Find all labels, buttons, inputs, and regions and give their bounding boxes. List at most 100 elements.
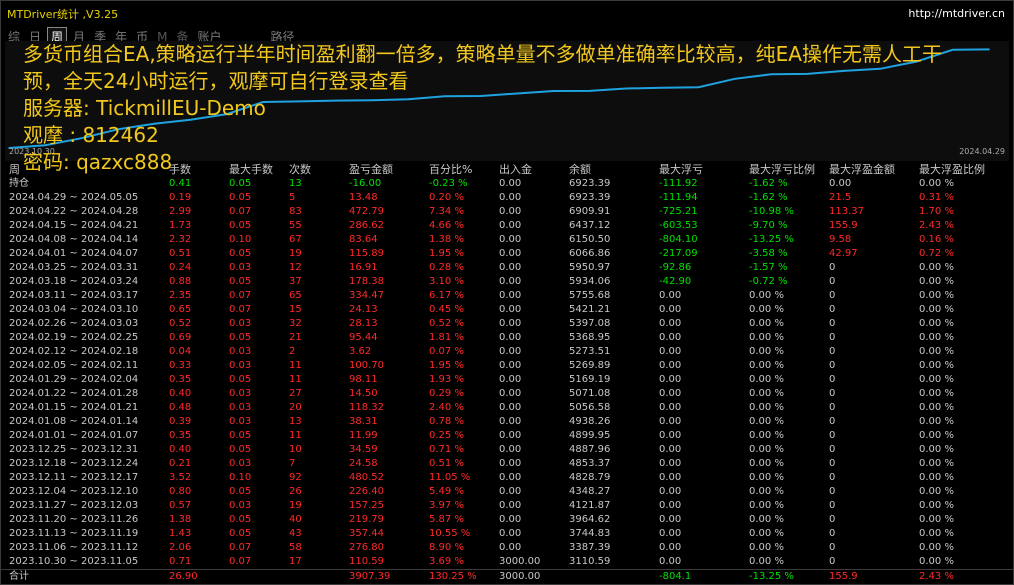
table-row[interactable]: 2024.02.05 ~ 2024.02.11 0.33 0.03 11 100.70 1… (1, 359, 1013, 373)
cell-max-dd: -804.10 (659, 234, 698, 245)
table-row[interactable]: 2023.12.04 ~ 2023.12.10 0.80 0.05 26 226.40 5… (1, 485, 1013, 499)
table-row[interactable]: 2024.03.11 ~ 2024.03.17 2.35 0.07 65 334.47 6… (1, 289, 1013, 303)
cell-max-dd-pct: -10.98 % (749, 206, 794, 217)
cell-pct: 0.71 % (429, 444, 464, 455)
cell-lots: 0.69 (169, 332, 192, 343)
cell-count: 17 (289, 556, 302, 567)
table-row[interactable]: 2024.01.15 ~ 2024.01.21 0.48 0.03 20 118.32 2… (1, 401, 1013, 415)
cell-max-dd: -42.90 (659, 276, 692, 287)
cell-balance: 6150.50 (569, 234, 611, 245)
cell-max-dd: 0.00 (659, 430, 682, 441)
promo-line-2: 预，全天24小时运行，观摩可自行登录查看 (23, 69, 409, 93)
cell-lots: 0.33 (169, 360, 192, 371)
cell-pct: 4.66 % (429, 220, 464, 231)
cell-pct: 1.38 % (429, 234, 464, 245)
cell-pct: 0.51 % (429, 458, 464, 469)
cell-max-dd-pct: 0.00 % (749, 346, 784, 357)
table-row[interactable]: 2024.01.29 ~ 2024.02.04 0.35 0.05 11 98.11 1.… (1, 373, 1013, 387)
cell-balance: 3387.39 (569, 542, 611, 553)
table-row[interactable]: 2023.11.20 ~ 2023.11.26 1.38 0.05 40 219.79 5… (1, 513, 1013, 527)
cell-max-dd-pct: -0.72 % (749, 276, 788, 287)
cell-pnl: 219.79 (349, 514, 384, 525)
cell-period: 2024.03.11 ~ 2024.03.17 (9, 290, 139, 301)
table-row[interactable]: 2024.04.08 ~ 2024.04.14 2.32 0.10 67 83.64 1.… (1, 233, 1013, 247)
cell-pnl: 100.70 (349, 360, 384, 371)
password-info: 密码: qazxc888 (23, 150, 173, 174)
cell-max-fp: 0 (829, 416, 836, 427)
cell-deposit: 0.00 (499, 444, 522, 455)
table-row[interactable]: 2023.11.06 ~ 2023.11.12 2.06 0.07 58 276.80 8… (1, 541, 1013, 555)
cell-pct: 5.87 % (429, 514, 464, 525)
cell-count: 11 (289, 360, 302, 371)
table-row[interactable]: 2024.04.22 ~ 2024.04.28 2.99 0.07 83 472.79 7… (1, 205, 1013, 219)
table-row[interactable]: 2024.02.19 ~ 2024.02.25 0.69 0.05 21 95.44 1.… (1, 331, 1013, 345)
cell-max-dd-pct: 0.00 % (749, 290, 784, 301)
cell-pnl: 472.79 (349, 206, 384, 217)
cell-pct: 1.81 % (429, 332, 464, 343)
cell-max-dd: 0.00 (659, 500, 682, 511)
table-row[interactable]: 2024.03.18 ~ 2024.03.24 0.88 0.05 37 178.38 3… (1, 275, 1013, 289)
cell-period: 2024.01.08 ~ 2024.01.14 (9, 416, 139, 427)
cell-period: 2024.04.08 ~ 2024.04.14 (9, 234, 139, 245)
holding-row[interactable]: 持仓 0.41 0.05 13 -16.00 -0.23 % 0.00 6923.39 -111… (1, 177, 1013, 191)
cell-lots: 0.39 (169, 416, 192, 427)
cell-max-fp-pct: 0.00 % (919, 276, 954, 287)
cell-max-fp: 0 (829, 332, 836, 343)
cell-pct: 10.55 % (429, 528, 471, 539)
cell-max-fp: 0 (829, 542, 836, 553)
cell-max-dd: 0.00 (659, 458, 682, 469)
cell-max-lots: 0.10 (229, 472, 252, 483)
cell-max-dd-pct: 0.00 % (749, 542, 784, 553)
cell-deposit: 0.00 (499, 388, 522, 399)
total-row[interactable]: 合计 26.90 3907.39 130.25 % 3000.00 -804.1 -13.2… (1, 570, 1013, 584)
cell-max-fp: 0 (829, 374, 836, 385)
table-row[interactable]: 2024.04.01 ~ 2024.04.07 0.51 0.05 19 115.89 1… (1, 247, 1013, 261)
cell-max-dd: -111.92 (659, 178, 698, 189)
table-row[interactable]: 2023.11.27 ~ 2023.12.03 0.57 0.03 19 157.25 3… (1, 499, 1013, 513)
cell-max-lots: 0.07 (229, 290, 252, 301)
cell-pct: 7.34 % (429, 206, 464, 217)
cell-max-fp: 0.00 (829, 178, 852, 189)
table-row[interactable]: 2024.04.29 ~ 2024.05.05 0.19 0.05 5 13.48 0.2… (1, 191, 1013, 205)
table-row[interactable]: 2023.12.11 ~ 2023.12.17 3.52 0.10 92 480.52 1… (1, 471, 1013, 485)
table-row[interactable]: 2023.12.18 ~ 2023.12.24 0.21 0.03 7 24.58 0.5… (1, 457, 1013, 471)
cell-pnl: 11.99 (349, 430, 378, 441)
table-row[interactable]: 2023.10.30 ~ 2023.11.05 0.71 0.07 17 110.59 3… (1, 555, 1013, 569)
cell-deposit: 0.00 (499, 248, 522, 259)
table-row[interactable]: 2024.03.25 ~ 2024.03.31 0.24 0.03 12 16.91 0.… (1, 261, 1013, 275)
table-row[interactable]: 2023.12.25 ~ 2023.12.31 0.40 0.05 10 34.59 0.… (1, 443, 1013, 457)
cell-count: 10 (289, 444, 302, 455)
cell-max-dd: 0.00 (659, 416, 682, 427)
cell-max-dd: 0.00 (659, 374, 682, 385)
cell-max-dd-pct: -1.62 % (749, 178, 788, 189)
cell-lots: 1.38 (169, 514, 192, 525)
cell-max-dd-pct: -9.70 % (749, 220, 788, 231)
cell-pct: 2.40 % (429, 402, 464, 413)
cell-lots: 26.90 (169, 571, 198, 582)
cell-lots: 0.88 (169, 276, 192, 287)
cell-max-dd: -804.1 (659, 571, 692, 582)
table-row[interactable]: 2024.01.01 ~ 2024.01.07 0.35 0.05 11 11.99 0.… (1, 429, 1013, 443)
cell-max-fp: 0 (829, 556, 836, 567)
cell-period: 2024.04.29 ~ 2024.05.05 (9, 192, 139, 203)
table-row[interactable]: 2024.03.04 ~ 2024.03.10 0.65 0.07 15 24.13 0.… (1, 303, 1013, 317)
website-link[interactable]: http://mtdriver.cn (908, 7, 1005, 20)
table-row[interactable]: 2024.04.15 ~ 2024.04.21 1.73 0.05 55 286.62 4… (1, 219, 1013, 233)
table-row[interactable]: 2024.02.26 ~ 2024.03.03 0.52 0.03 32 28.13 0.… (1, 317, 1013, 331)
cell-deposit: 0.00 (499, 332, 522, 343)
table-row[interactable]: 2024.01.08 ~ 2024.01.14 0.39 0.03 13 38.31 0.… (1, 415, 1013, 429)
cell-period: 2023.12.25 ~ 2023.12.31 (9, 444, 139, 455)
cell-balance: 4348.27 (569, 486, 611, 497)
table-row[interactable]: 2024.02.12 ~ 2024.02.18 0.04 0.03 2 3.62 0.07… (1, 345, 1013, 359)
cell-count: 40 (289, 514, 302, 525)
cell-max-lots: 0.10 (229, 234, 252, 245)
cell-max-lots: 0.05 (229, 332, 252, 343)
cell-period: 2024.02.19 ~ 2024.02.25 (9, 332, 139, 343)
cell-max-dd-pct: 0.00 % (749, 514, 784, 525)
table-row[interactable]: 2024.01.22 ~ 2024.01.28 0.40 0.03 27 14.50 0.… (1, 387, 1013, 401)
cell-max-dd-pct: 0.00 % (749, 472, 784, 483)
cell-max-fp: 0 (829, 528, 836, 539)
table-row[interactable]: 2023.11.13 ~ 2023.11.19 1.43 0.05 43 357.44 1… (1, 527, 1013, 541)
cell-max-lots: 0.05 (229, 430, 252, 441)
cell-period: 2023.11.27 ~ 2023.12.03 (9, 500, 139, 511)
